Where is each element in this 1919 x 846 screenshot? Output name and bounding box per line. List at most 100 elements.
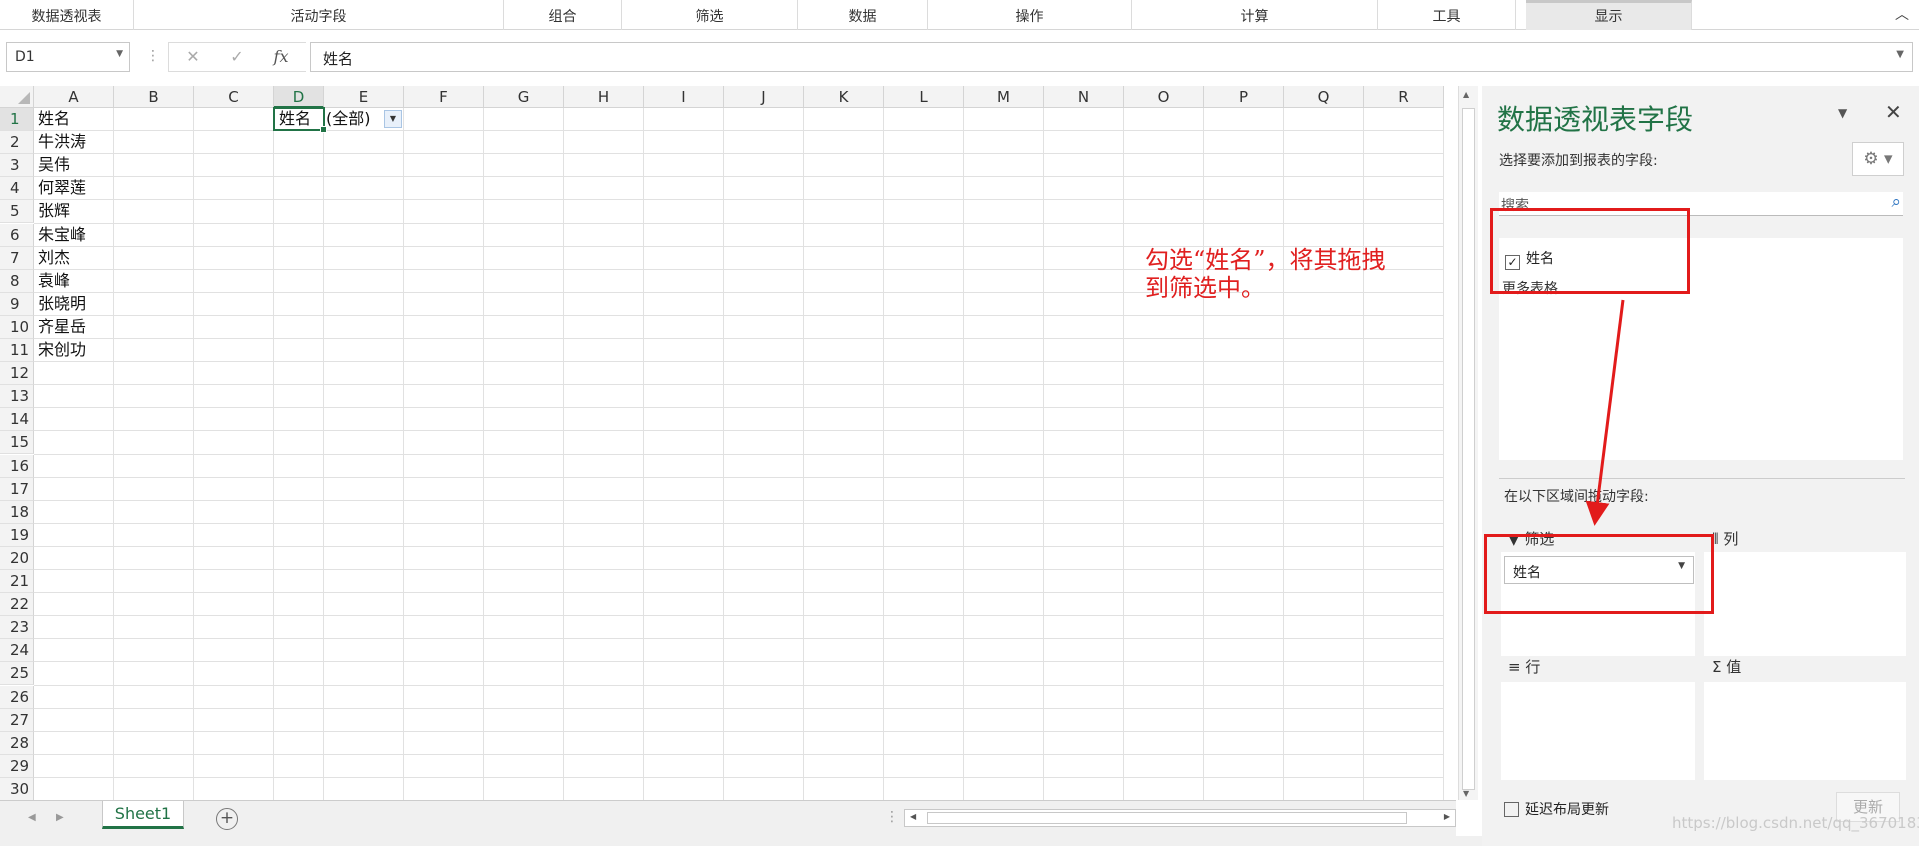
- row-header-26[interactable]: 26: [0, 685, 34, 709]
- chevron-down-icon[interactable]: ▼: [1896, 49, 1904, 60]
- row-header-11[interactable]: 11: [0, 339, 34, 363]
- row-header-30[interactable]: 30: [0, 777, 34, 800]
- cell-a10[interactable]: 齐星岳: [34, 316, 114, 339]
- scroll-thumb[interactable]: [1462, 108, 1475, 790]
- ribbon-group-actions[interactable]: 操作: [928, 0, 1132, 30]
- ribbon-group-group[interactable]: 组合: [504, 0, 622, 30]
- chevron-up-icon[interactable]: ︿: [1893, 6, 1911, 24]
- sheet-tab-sheet1[interactable]: Sheet1: [102, 801, 184, 829]
- row-header-13[interactable]: 13: [0, 385, 34, 409]
- rows-zone[interactable]: [1501, 682, 1695, 780]
- row-header-22[interactable]: 22: [0, 593, 34, 617]
- row-header-21[interactable]: 21: [0, 570, 34, 594]
- vertical-scrollbar[interactable]: ▲ ▼: [1458, 86, 1478, 800]
- field-search-input[interactable]: 搜索 ⌕: [1499, 192, 1903, 216]
- scroll-down-icon[interactable]: ▼: [1463, 789, 1469, 798]
- row-header-6[interactable]: 6: [0, 223, 34, 247]
- row-header-17[interactable]: 17: [0, 477, 34, 501]
- cell-a5[interactable]: 张辉: [34, 200, 114, 223]
- add-sheet-button[interactable]: +: [216, 808, 238, 830]
- column-header-l[interactable]: L: [884, 86, 964, 108]
- cell-a6[interactable]: 朱宝峰: [34, 224, 114, 247]
- row-header-25[interactable]: 25: [0, 662, 34, 686]
- ribbon-group-show[interactable]: 显示: [1526, 0, 1692, 30]
- column-header-r[interactable]: R: [1364, 86, 1444, 108]
- column-header-c[interactable]: C: [194, 86, 274, 108]
- checkbox-checked[interactable]: ✓: [1505, 255, 1520, 270]
- row-header-7[interactable]: 7: [0, 246, 34, 270]
- cell-a7[interactable]: 刘杰: [34, 247, 114, 270]
- scroll-left-icon[interactable]: ◀: [910, 812, 916, 821]
- columns-zone[interactable]: [1704, 552, 1906, 656]
- ribbon-group-data[interactable]: 数据: [798, 0, 928, 30]
- row-header-3[interactable]: 3: [0, 154, 34, 178]
- ribbon-group-tools[interactable]: 工具: [1378, 0, 1516, 30]
- cell-a9[interactable]: 张晓明: [34, 293, 114, 316]
- column-header-g[interactable]: G: [484, 86, 564, 108]
- cell-a11[interactable]: 宋创功: [34, 339, 114, 362]
- search-icon[interactable]: ⌕: [1891, 192, 1901, 212]
- ribbon-group-filter[interactable]: 筛选: [622, 0, 798, 30]
- column-header-h[interactable]: H: [564, 86, 644, 108]
- filter-field-item[interactable]: 姓名 ▼: [1504, 556, 1694, 584]
- row-header-29[interactable]: 29: [0, 754, 34, 778]
- row-header-24[interactable]: 24: [0, 639, 34, 663]
- filter-zone[interactable]: 姓名 ▼: [1501, 552, 1695, 656]
- column-header-f[interactable]: F: [404, 86, 484, 108]
- cancel-icon[interactable]: ✕: [178, 44, 208, 70]
- values-zone[interactable]: [1704, 682, 1906, 780]
- checkbox-unchecked[interactable]: [1504, 802, 1519, 817]
- cell-d1-pivot-filter-label[interactable]: 姓名: [273, 107, 327, 134]
- prev-sheet-icon[interactable]: ◀: [28, 812, 36, 823]
- chevron-down-icon[interactable]: ▼: [1838, 106, 1847, 120]
- row-header-5[interactable]: 5: [0, 200, 34, 224]
- cell-a1[interactable]: 姓名: [34, 108, 114, 131]
- cell-a2[interactable]: 牛洪涛: [34, 131, 114, 154]
- defer-layout-update[interactable]: 延迟布局更新: [1504, 799, 1609, 819]
- field-item-name[interactable]: ✓ 姓名: [1505, 248, 1554, 270]
- column-header-j[interactable]: J: [724, 86, 804, 108]
- scroll-thumb[interactable]: [927, 812, 1407, 824]
- row-header-12[interactable]: 12: [0, 362, 34, 386]
- row-header-20[interactable]: 20: [0, 546, 34, 570]
- column-header-q[interactable]: Q: [1284, 86, 1364, 108]
- worksheet-grid[interactable]: ABCDEFGHIJKLMNOPQR 1 2 3 4 5 6 7 8 9 10 11 12 13 14 15…: [0, 86, 1456, 800]
- close-icon[interactable]: ✕: [1885, 100, 1902, 124]
- column-header-b[interactable]: B: [114, 86, 194, 108]
- row-header-23[interactable]: 23: [0, 616, 34, 640]
- column-header-i[interactable]: I: [644, 86, 724, 108]
- row-header-1[interactable]: 1: [0, 108, 34, 132]
- horizontal-scrollbar[interactable]: ◀ ▶: [904, 809, 1456, 827]
- row-header-8[interactable]: 8: [0, 269, 34, 293]
- scroll-right-icon[interactable]: ▶: [1444, 812, 1450, 821]
- insert-function-icon[interactable]: fx: [266, 44, 296, 70]
- row-header-19[interactable]: 19: [0, 523, 34, 547]
- row-header-4[interactable]: 4: [0, 177, 34, 201]
- gear-icon[interactable]: ⚙ ▾: [1852, 142, 1904, 176]
- row-header-9[interactable]: 9: [0, 292, 34, 316]
- column-header-a[interactable]: A: [34, 86, 114, 108]
- cell-a3[interactable]: 吴伟: [34, 154, 114, 177]
- column-header-p[interactable]: P: [1204, 86, 1284, 108]
- next-sheet-icon[interactable]: ▶: [56, 812, 64, 823]
- select-all-button[interactable]: [0, 86, 34, 108]
- filter-dropdown-icon[interactable]: ▼: [384, 110, 402, 128]
- tab-splitter-icon[interactable]: ⋮: [885, 809, 899, 825]
- drag-handle-icon[interactable]: ⋮: [146, 48, 160, 64]
- scroll-up-icon[interactable]: ▲: [1463, 90, 1469, 99]
- column-header-e[interactable]: E: [324, 86, 404, 108]
- row-header-18[interactable]: 18: [0, 500, 34, 524]
- row-header-2[interactable]: 2: [0, 131, 34, 155]
- cell-a4[interactable]: 何翠莲: [34, 177, 114, 200]
- row-header-14[interactable]: 14: [0, 408, 34, 432]
- enter-icon[interactable]: ✓: [222, 44, 252, 70]
- more-tables-link[interactable]: 更多表格...: [1502, 278, 1571, 298]
- column-header-n[interactable]: N: [1044, 86, 1124, 108]
- ribbon-group-calculations[interactable]: 计算: [1132, 0, 1378, 30]
- ribbon-group-active-field[interactable]: 活动字段: [134, 0, 504, 30]
- row-header-15[interactable]: 15: [0, 431, 34, 455]
- formula-input[interactable]: 姓名 ▼: [310, 42, 1913, 72]
- row-header-16[interactable]: 16: [0, 454, 34, 478]
- chevron-down-icon[interactable]: ▼: [116, 49, 123, 59]
- chevron-down-icon[interactable]: ▼: [1678, 561, 1685, 571]
